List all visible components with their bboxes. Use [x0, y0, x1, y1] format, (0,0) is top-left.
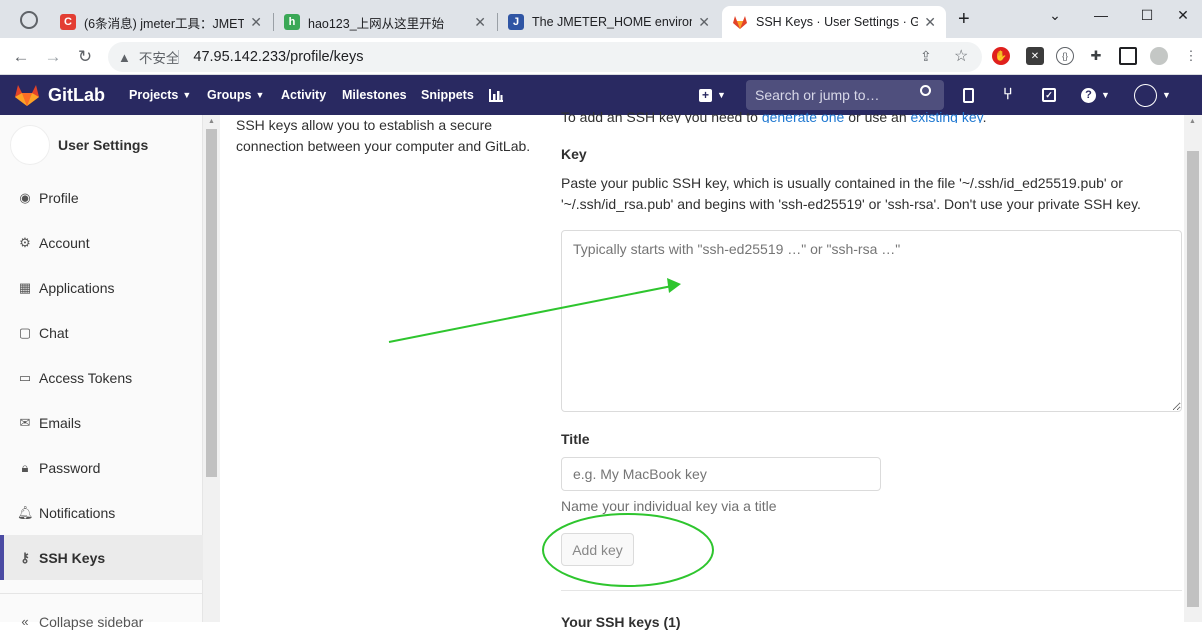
annotation-arrowhead-icon — [667, 278, 681, 293]
annotation-ellipse — [542, 513, 714, 587]
annotation-arrow — [388, 285, 673, 343]
scroll-up-icon[interactable]: ▲ — [1189, 118, 1196, 125]
scrollbar-thumb[interactable] — [1187, 151, 1199, 607]
annotation-overlay — [388, 278, 714, 587]
page-scrollbar[interactable]: ▲ — [1184, 115, 1202, 622]
